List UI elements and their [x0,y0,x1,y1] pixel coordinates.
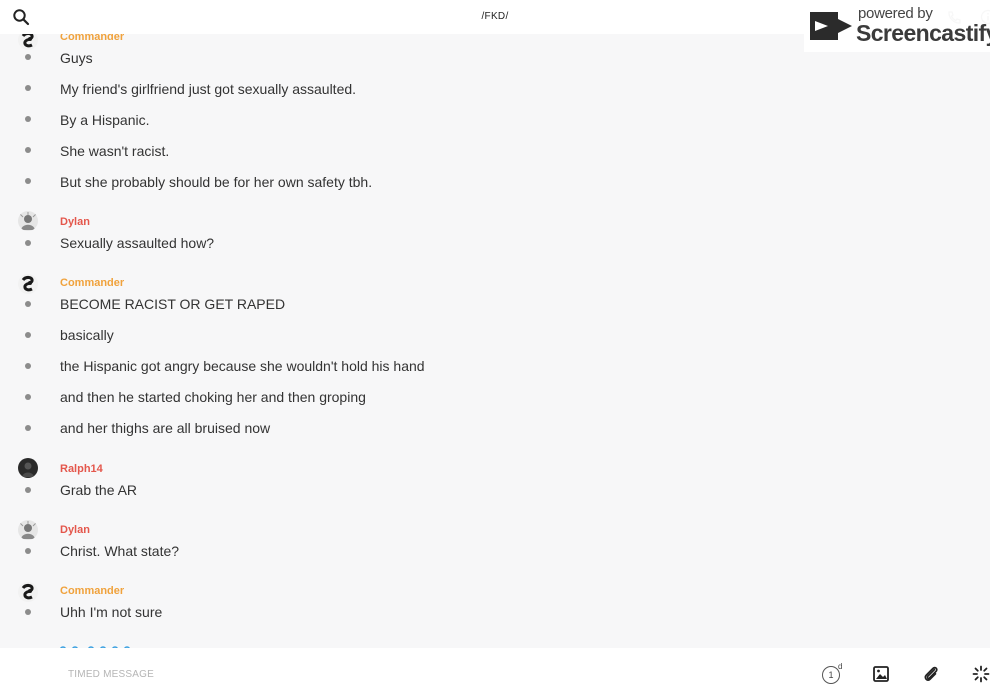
message-text: BECOME RACIST OR GET RAPED [60,296,286,312]
message-bullet [25,332,31,338]
message-text: She wasn't racist. [60,143,170,159]
message-author[interactable]: Commander [60,277,124,289]
avatar [18,34,38,50]
typing-indicator-icon [59,640,132,648]
message-bullet [25,240,31,246]
avatar [18,274,38,294]
message-text: basically [60,327,114,343]
avatar [18,520,38,540]
message-bullet [25,116,31,122]
message-text: Sexually assaulted how? [60,235,215,251]
message-author[interactable]: Commander [60,585,124,597]
message-bullet [25,363,31,369]
message-author[interactable]: Commander [60,34,124,43]
message-bullet [25,178,31,184]
message-author[interactable]: Dylan [60,524,90,536]
message-text: But she probably should be for her own s… [60,174,373,190]
message-text: Uhh I'm not sure [60,604,163,620]
message-author[interactable]: Ralph14 [60,463,103,475]
composer-bar: 1 d [0,648,990,700]
image-icon[interactable] [872,665,890,683]
message-bullet [25,548,31,554]
timer-unit: d [838,662,843,671]
message-bullet [25,609,31,615]
message-bullet [25,147,31,153]
paperclip-icon[interactable] [922,664,940,684]
message-text: the Hispanic got angry because she would… [60,358,425,374]
message-text: and then he started choking her and then… [60,389,366,405]
message-bullet [25,425,31,431]
timer-button[interactable]: 1 d [820,662,848,686]
avatar [18,582,38,602]
message-text: and her thighs are all bruised now [60,420,271,436]
sparkle-icon[interactable] [972,665,990,683]
message-bullet [25,487,31,493]
message-bullet [25,85,31,91]
message-text: Christ. What state? [60,543,180,559]
message-feed[interactable]: Commander Guys My friend's girlfriend ju… [0,34,990,648]
message-text: Guys [60,50,93,66]
avatar [18,458,38,478]
avatar [18,211,38,231]
message-bullet [25,394,31,400]
message-text: My friend's girlfriend just got sexually… [60,81,357,97]
message-text: Grab the AR [60,482,138,498]
message-input[interactable] [66,668,370,681]
message-bullet [25,54,31,60]
message-author[interactable]: Dylan [60,216,90,228]
message-text: By a Hispanic. [60,112,150,128]
message-bullet [25,301,31,307]
